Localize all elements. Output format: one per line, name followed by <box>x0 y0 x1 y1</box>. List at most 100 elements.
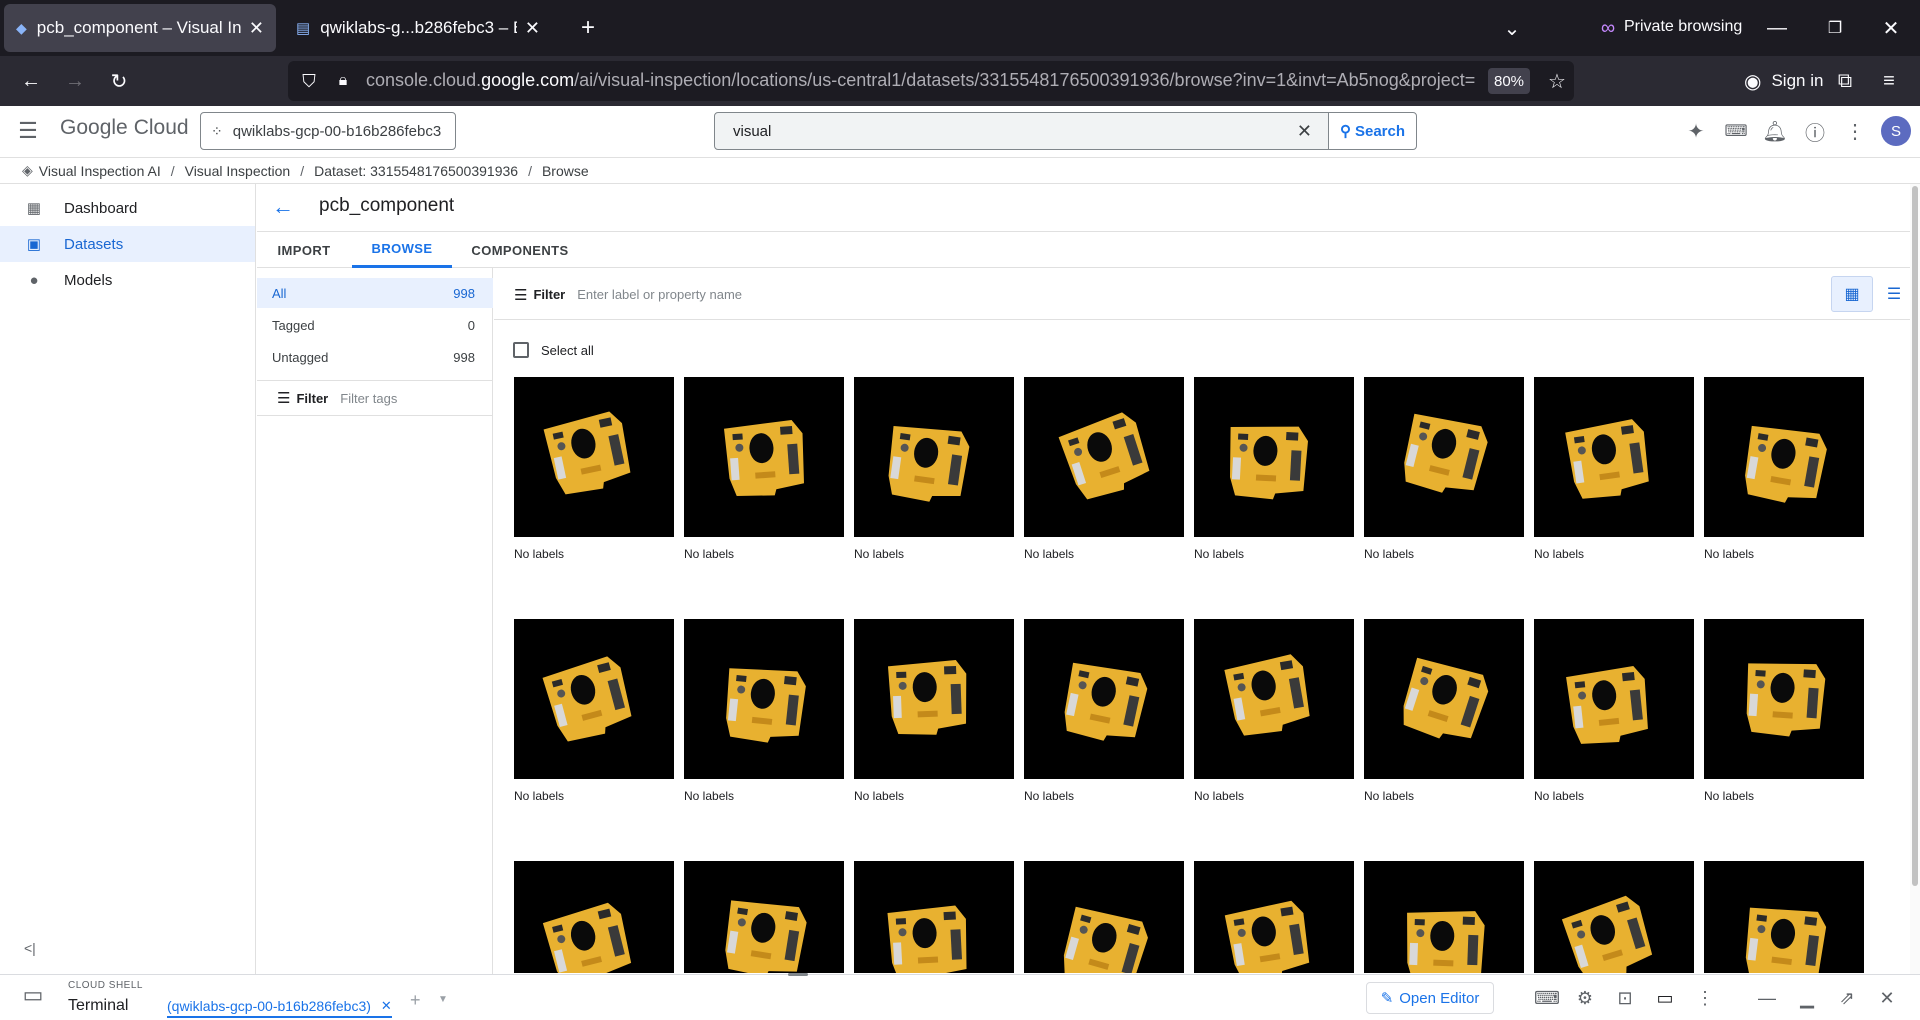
back-arrow-icon[interactable]: ← <box>14 64 48 98</box>
pcb-thumbnail[interactable] <box>684 861 844 973</box>
add-session-plus-icon[interactable]: + <box>410 990 421 1011</box>
close-icon[interactable]: ✕ <box>249 18 264 39</box>
open-new-window-icon[interactable]: ⇗ <box>1834 985 1860 1011</box>
pcb-thumbnail[interactable] <box>1364 861 1524 973</box>
image-tile[interactable]: No labels <box>1194 619 1354 803</box>
pcb-thumbnail[interactable] <box>1194 619 1354 779</box>
pcb-thumbnail[interactable] <box>684 377 844 537</box>
open-editor-button[interactable]: ✎ Open Editor <box>1366 982 1494 1014</box>
image-tile[interactable]: No labels <box>684 861 844 973</box>
image-tile[interactable]: No labels <box>854 377 1014 561</box>
search-input[interactable]: visual ✕ <box>714 112 1329 150</box>
image-tile[interactable]: No labels <box>1364 619 1524 803</box>
close-window-icon[interactable]: ✕ <box>1876 14 1906 42</box>
pcb-thumbnail[interactable] <box>854 861 1014 973</box>
zoom-level-badge[interactable]: 80% <box>1488 68 1530 94</box>
pcb-thumbnail[interactable] <box>1534 377 1694 537</box>
scrollbar-thumb[interactable] <box>1912 186 1918 886</box>
select-all-checkbox[interactable]: Select all <box>513 342 594 358</box>
pcb-thumbnail[interactable] <box>514 377 674 537</box>
gemini-sparkle-icon[interactable]: ✦ <box>1683 118 1709 144</box>
close-shell-icon[interactable]: ✕ <box>1874 985 1900 1011</box>
browser-tab-active[interactable]: ◆ pcb_component – Visual Inspec ✕ <box>4 4 276 52</box>
pcb-thumbnail[interactable] <box>854 619 1014 779</box>
browser-tab-bucket[interactable]: ▤ qwiklabs-g...b286febc3 – Bucke ✕ <box>284 4 552 52</box>
notifications-bell-icon[interactable]: 🔔︎ <box>1762 118 1788 144</box>
pcb-thumbnail[interactable] <box>1534 861 1694 973</box>
back-arrow-icon[interactable]: ← <box>272 194 294 220</box>
image-tile[interactable]: No labels <box>854 861 1014 973</box>
resize-handle[interactable] <box>788 973 808 976</box>
pcb-thumbnail[interactable] <box>514 861 674 973</box>
image-tile[interactable]: No labels <box>1024 619 1184 803</box>
label-filter[interactable]: ☰ Filter Enter label or property name <box>494 270 1920 320</box>
shell-session-tab[interactable]: (qwiklabs-gcp-00-b16b286febc3) ✕ <box>167 996 392 1018</box>
image-tile[interactable]: No labels <box>1024 377 1184 561</box>
pcb-thumbnail[interactable] <box>1194 861 1354 973</box>
more-vert-icon[interactable]: ⋮ <box>1842 118 1868 144</box>
pcb-thumbnail[interactable] <box>1364 377 1524 537</box>
close-icon[interactable]: ✕ <box>525 18 540 39</box>
lock-icon[interactable]: 🔒︎ <box>330 68 356 94</box>
grid-view-button[interactable]: ▦ <box>1831 276 1873 312</box>
image-tile[interactable]: No labels <box>514 619 674 803</box>
tag-filter-input[interactable]: Filter tags <box>340 391 397 406</box>
list-view-button[interactable]: ☰ <box>1876 276 1912 312</box>
image-tile[interactable]: No labels <box>1704 861 1864 973</box>
settings-gear-icon[interactable]: ⚙ <box>1572 985 1598 1011</box>
pcb-thumbnail[interactable] <box>514 619 674 779</box>
pcb-thumbnail[interactable] <box>1704 377 1864 537</box>
image-tile[interactable]: No labels <box>1194 861 1354 973</box>
session-dropdown-chevron-down-icon[interactable]: ▼ <box>438 994 448 1005</box>
sign-in-button[interactable]: ◉ Sign in <box>1734 63 1833 99</box>
image-tile[interactable]: No labels <box>1704 619 1864 803</box>
tab-browse[interactable]: BROWSE <box>352 232 452 268</box>
breadcrumb-item[interactable]: Dataset: 3315548176500391936 <box>314 163 518 179</box>
reload-icon[interactable]: ↻ <box>102 64 136 98</box>
breadcrumb-item[interactable]: Visual Inspection <box>185 163 291 179</box>
restore-icon[interactable]: ❐ <box>1820 14 1850 42</box>
url-text[interactable]: console.cloud.google.com/ai/visual-inspe… <box>366 70 1476 91</box>
image-tile[interactable]: No labels <box>1194 377 1354 561</box>
image-tile[interactable]: No labels <box>1704 377 1864 561</box>
extensions-icon[interactable]: ⧉ <box>1830 66 1860 96</box>
pcb-thumbnail[interactable] <box>854 377 1014 537</box>
image-tile[interactable]: No labels <box>514 377 674 561</box>
clear-search-close-icon[interactable]: ✕ <box>1297 121 1312 142</box>
image-tile[interactable]: No labels <box>1024 861 1184 973</box>
pcb-thumbnail[interactable] <box>1534 619 1694 779</box>
keyboard-icon[interactable]: ⌨ <box>1534 985 1560 1011</box>
image-tile[interactable]: No labels <box>1364 377 1524 561</box>
pcb-thumbnail[interactable] <box>684 619 844 779</box>
image-tile[interactable]: No labels <box>854 619 1014 803</box>
pcb-thumbnail[interactable] <box>1194 377 1354 537</box>
close-icon[interactable]: ✕ <box>381 998 392 1014</box>
help-icon[interactable]: ⓘ <box>1802 118 1828 145</box>
google-cloud-logo[interactable]: Google Cloud <box>60 116 189 140</box>
image-tile[interactable]: No labels <box>1534 861 1694 973</box>
image-tile[interactable]: No labels <box>514 861 674 973</box>
image-tile[interactable]: No labels <box>1364 861 1524 973</box>
pcb-thumbnail[interactable] <box>1704 619 1864 779</box>
filter-tagged[interactable]: Tagged 0 <box>257 310 493 340</box>
pcb-thumbnail[interactable] <box>1364 619 1524 779</box>
tracking-shield-icon[interactable]: ⛉ <box>296 68 322 94</box>
project-picker[interactable]: ⁘ qwiklabs-gcp-00-b16b286febc3 <box>200 112 456 150</box>
bookmark-star-icon[interactable]: ☆ <box>1542 66 1572 96</box>
pcb-thumbnail[interactable] <box>1704 861 1864 973</box>
sidebar-item-models[interactable]: ● Models <box>0 262 255 298</box>
image-tile[interactable]: No labels <box>1534 619 1694 803</box>
tab-list-chevron-down-icon[interactable]: ⌄ <box>1496 14 1528 42</box>
more-vert-icon[interactable]: ⋮ <box>1692 985 1718 1011</box>
restore-shell-icon[interactable]: ▁ <box>1794 985 1820 1011</box>
app-menu-icon[interactable]: ≡ <box>1874 66 1904 96</box>
sidebar-item-dashboard[interactable]: ▦ Dashboard <box>0 190 255 226</box>
sidebar-item-datasets[interactable]: ▣ Datasets <box>0 226 255 262</box>
minimize-icon[interactable]: — <box>1762 14 1792 42</box>
tab-components[interactable]: COMPONENTS <box>470 232 570 268</box>
pcb-thumbnail[interactable] <box>1024 619 1184 779</box>
pcb-thumbnail[interactable] <box>1024 377 1184 537</box>
tab-import[interactable]: IMPORT <box>272 232 336 268</box>
forward-arrow-icon[interactable]: → <box>58 64 92 98</box>
new-tab-plus-icon[interactable]: + <box>570 14 606 42</box>
